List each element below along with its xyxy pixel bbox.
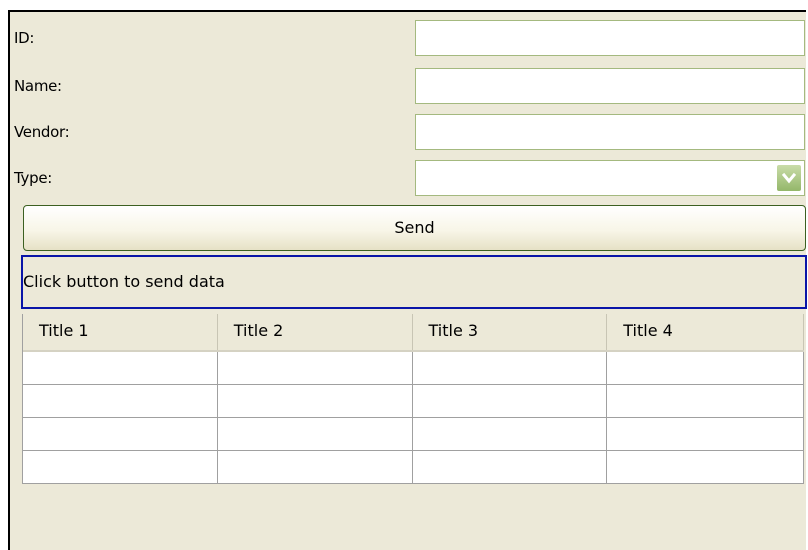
- grid-header: Title 1 Title 2 Title 3 Title 4: [23, 314, 804, 352]
- table-cell[interactable]: [23, 418, 218, 450]
- table-cell[interactable]: [23, 352, 218, 384]
- column-header[interactable]: Title 1: [23, 314, 218, 350]
- status-label: Click button to send data: [21, 255, 807, 309]
- id-label: ID:: [14, 29, 35, 47]
- main-window: ID: Name: Vendor: Type: Send Click butto…: [8, 10, 807, 550]
- table-row[interactable]: [23, 385, 804, 418]
- table-cell[interactable]: [413, 352, 608, 384]
- data-grid[interactable]: Title 1 Title 2 Title 3 Title 4: [22, 314, 804, 484]
- table-cell[interactable]: [218, 352, 413, 384]
- table-cell[interactable]: [413, 418, 608, 450]
- table-cell[interactable]: [218, 451, 413, 483]
- table-row[interactable]: [23, 418, 804, 451]
- column-header[interactable]: Title 3: [413, 314, 608, 350]
- table-row[interactable]: [23, 352, 804, 385]
- table-cell[interactable]: [218, 385, 413, 417]
- column-header[interactable]: Title 2: [218, 314, 413, 350]
- table-cell[interactable]: [413, 385, 608, 417]
- table-row[interactable]: [23, 451, 804, 484]
- type-combobox[interactable]: [415, 160, 805, 196]
- send-button[interactable]: Send: [23, 205, 806, 251]
- vendor-label: Vendor:: [14, 123, 70, 141]
- table-cell[interactable]: [607, 385, 804, 417]
- name-field[interactable]: [415, 68, 805, 104]
- id-field[interactable]: [415, 20, 805, 56]
- table-cell[interactable]: [218, 418, 413, 450]
- table-cell[interactable]: [413, 451, 608, 483]
- vendor-field[interactable]: [415, 114, 805, 150]
- table-cell[interactable]: [607, 451, 804, 483]
- chevron-down-icon[interactable]: [776, 164, 802, 192]
- name-label: Name:: [14, 77, 62, 95]
- table-cell[interactable]: [607, 418, 804, 450]
- table-cell[interactable]: [23, 385, 218, 417]
- column-header[interactable]: Title 4: [607, 314, 804, 350]
- table-cell[interactable]: [23, 451, 218, 483]
- table-cell[interactable]: [607, 352, 804, 384]
- type-label: Type:: [14, 169, 53, 187]
